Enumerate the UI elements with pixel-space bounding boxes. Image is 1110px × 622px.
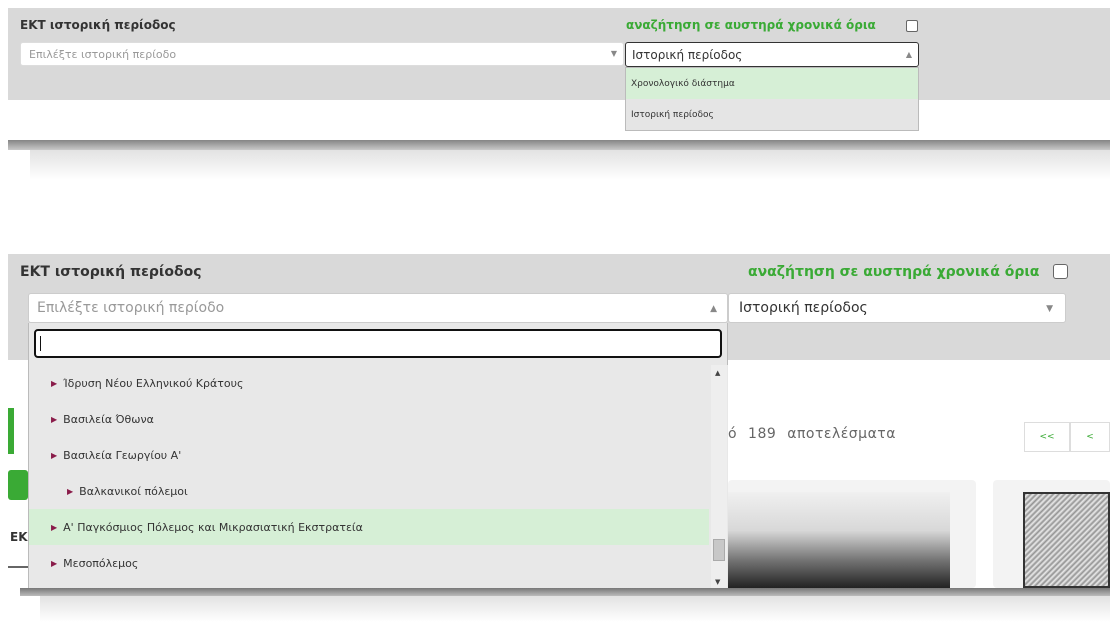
result-thumbnail [728, 492, 950, 588]
results-count: ό 189 αποτελέσματα [728, 426, 902, 442]
strict-limits-checkbox[interactable] [1053, 264, 1068, 279]
tab-label-partial: ΕΚ [10, 530, 28, 544]
period-select-placeholder: Επιλέξτε ιστορική περίοδο [29, 48, 177, 61]
period-mode-value: Ιστορική περίοδος [632, 48, 743, 62]
period-mode-dropdown: Χρονολογικό διάστημα Ιστορική περίοδος [625, 67, 919, 131]
mode-option-historical-period[interactable]: Ιστορική περίοδος [626, 99, 918, 130]
results-prefix: ό [728, 426, 738, 442]
caret-right-icon: ▶ [51, 522, 58, 532]
period-option[interactable]: ▶ Βασιλεία Όθωνα [29, 401, 709, 437]
result-card[interactable] [728, 480, 976, 588]
strict-limits-label: αναζήτηση σε αυστηρά χρονικά όρια [626, 18, 876, 32]
period-select[interactable]: Επιλέξτε ιστορική περίοδο ▲ [28, 293, 728, 323]
caret-right-icon: ▶ [51, 450, 58, 460]
period-select[interactable]: Επιλέξτε ιστορική περίοδο ▼ [20, 42, 624, 66]
period-option-label: Α' Παγκόσμιος Πόλεμος και Μικρασιατική Ε… [63, 520, 363, 534]
bottom-filter-panel: ΕΚΤ ιστορική περίοδος αναζήτηση σε αυστη… [8, 248, 1110, 588]
period-option-label: Μεσοπόλεμος [63, 556, 139, 570]
period-mode-select[interactable]: Ιστορική περίοδος ▼ [728, 293, 1066, 323]
period-option[interactable]: ▶ Βασιλεία Γεωργίου Α' [29, 437, 709, 473]
period-option-label: Βαλκανικοί πόλεμοι [79, 484, 188, 498]
scrollbar-thumb[interactable] [713, 539, 725, 561]
scroll-down-icon[interactable]: ▼ [715, 578, 720, 586]
period-filter-title: ΕΚΤ ιστορική περίοδος [20, 18, 176, 32]
scroll-up-icon[interactable]: ▲ [715, 369, 720, 377]
period-option-label: Βασιλεία Όθωνα [63, 412, 154, 426]
tab-underline [8, 566, 28, 568]
results-number: 189 [748, 426, 777, 442]
pager-prev-button[interactable]: < [1070, 422, 1110, 452]
result-thumbnail [1023, 492, 1110, 588]
period-dropdown: ▶ Ίδρυση Νέου Ελληνικού Κράτους ▶ Βασιλεία… [28, 323, 728, 588]
period-mode-value: Ιστορική περίοδος [739, 300, 868, 316]
period-filter-title: ΕΚΤ ιστορική περίοδος [20, 264, 202, 280]
chevron-down-icon: ▼ [1046, 304, 1053, 314]
caret-right-icon: ▶ [67, 486, 74, 496]
strict-limits-label: αναζήτηση σε αυστηρά χρονικά όρια [748, 264, 1040, 280]
period-option-label: Βασιλεία Γεωργίου Α' [63, 448, 182, 462]
results-panel-accent [8, 408, 14, 454]
result-card[interactable] [993, 480, 1110, 588]
panel-shadow-fade [30, 150, 1110, 180]
download-button[interactable] [8, 470, 28, 500]
period-options-list: ▶ Ίδρυση Νέου Ελληνικού Κράτους ▶ Βασιλεία… [29, 365, 728, 588]
caret-right-icon: ▶ [51, 414, 58, 424]
period-option-label: Ίδρυση Νέου Ελληνικού Κράτους [63, 376, 244, 390]
panel-shadow [8, 140, 1110, 150]
period-option[interactable]: ▶ Μεσοπόλεμος [29, 545, 709, 581]
period-option-nested[interactable]: ▶ Βαλκανικοί πόλεμοι [29, 473, 709, 509]
period-search-input[interactable] [34, 329, 722, 358]
strict-limits-checkbox[interactable] [906, 20, 918, 32]
chevron-down-icon: ▼ [610, 49, 617, 58]
caret-right-icon: ▶ [51, 378, 58, 388]
pager-first-button[interactable]: << [1024, 422, 1070, 452]
mode-option-date-range[interactable]: Χρονολογικό διάστημα [626, 68, 918, 99]
results-label: αποτελέσματα [787, 426, 896, 442]
panel-shadow-fade [40, 596, 1110, 622]
panel-shadow [20, 588, 1110, 596]
chevron-up-icon: ▲ [905, 50, 912, 59]
period-select-placeholder: Επιλέξτε ιστορική περίοδο [37, 300, 225, 316]
dropdown-scrollbar[interactable]: ▲ ▼ [711, 365, 727, 588]
period-option[interactable]: ▶ Ίδρυση Νέου Ελληνικού Κράτους [29, 365, 709, 401]
chevron-up-icon: ▲ [710, 304, 717, 314]
text-caret [40, 336, 41, 351]
period-option-highlighted[interactable]: ▶ Α' Παγκόσμιος Πόλεμος και Μικρασιατική … [29, 509, 709, 545]
caret-right-icon: ▶ [51, 558, 58, 568]
top-filter-panel: ΕΚΤ ιστορική περίοδος αναζήτηση σε αυστη… [8, 0, 1110, 146]
period-mode-select[interactable]: Ιστορική περίοδος ▲ [625, 42, 919, 67]
screenshot-canvas: ΕΚΤ ιστορική περίοδος αναζήτηση σε αυστη… [0, 0, 1110, 622]
